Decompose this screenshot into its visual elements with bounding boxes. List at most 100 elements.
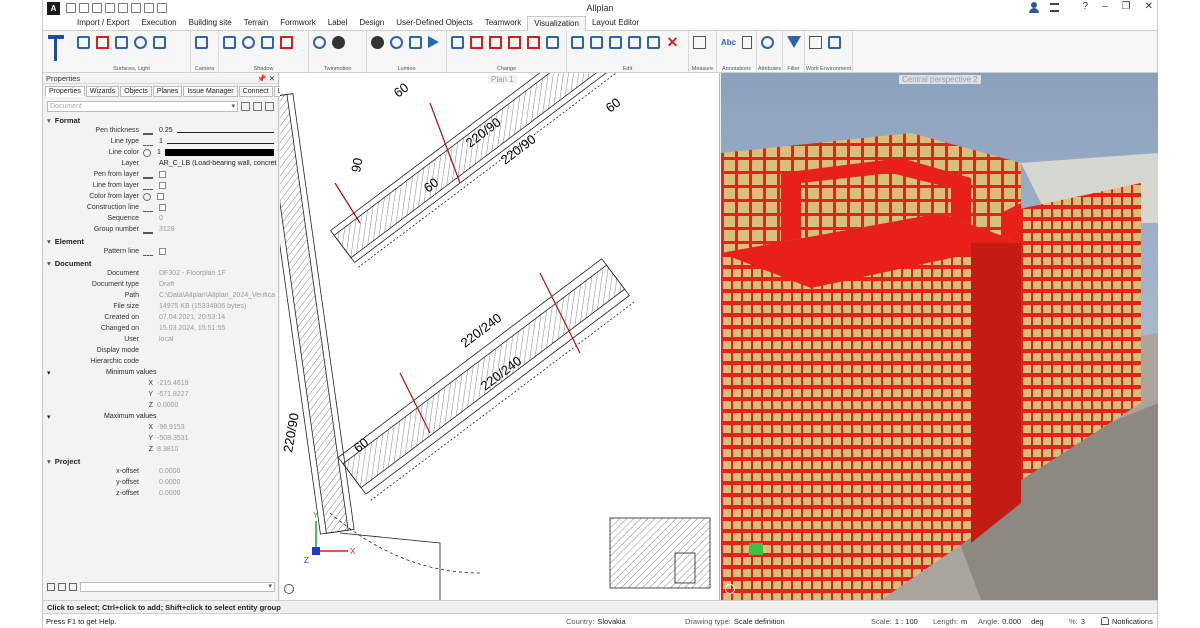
- navigation-icon[interactable]: [725, 584, 735, 594]
- favorites-icon[interactable]: [69, 582, 77, 591]
- modify-icon[interactable]: [508, 36, 521, 49]
- lumion-icon[interactable]: [371, 36, 384, 49]
- row-layer[interactable]: Layer AR_C_LB (Load-bearing wall, concre…: [43, 158, 278, 169]
- video-icon[interactable]: [409, 36, 422, 49]
- new-icon[interactable]: [66, 3, 76, 13]
- construction-line-checkbox[interactable]: [159, 204, 166, 211]
- change-properties-icon[interactable]: [489, 36, 502, 49]
- row-minimum-values[interactable]: ▾ Minimum values: [43, 367, 278, 378]
- row-line-type[interactable]: Line type 1: [43, 136, 278, 147]
- color-from-layer-checkbox[interactable]: [157, 193, 164, 200]
- close-icon[interactable]: ✕: [1145, 1, 1153, 12]
- export-icon[interactable]: [451, 36, 464, 49]
- tab-planes[interactable]: Planes: [152, 86, 183, 97]
- row-construction-line[interactable]: Construction line: [43, 202, 278, 213]
- tab-teamwork[interactable]: Teamwork: [479, 16, 527, 31]
- menu-icon[interactable]: [1050, 3, 1059, 12]
- livesync-icon[interactable]: [390, 36, 403, 49]
- redo-icon[interactable]: [144, 3, 154, 13]
- section-project[interactable]: ▾ Project: [43, 455, 278, 466]
- light-settings-icon[interactable]: [153, 36, 166, 49]
- status-percent[interactable]: %: 3: [1069, 617, 1085, 626]
- delete-icon[interactable]: ✕: [666, 35, 679, 49]
- pick-icon[interactable]: [47, 582, 55, 591]
- tab-issue-manager[interactable]: Issue Manager: [183, 86, 238, 97]
- folder-icon[interactable]: [58, 582, 66, 591]
- stretch-icon[interactable]: [546, 36, 559, 49]
- status-drawing-type[interactable]: Drawing type: Scale definition: [685, 617, 785, 626]
- document-dropdown[interactable]: Document: [47, 101, 238, 112]
- select-icon[interactable]: [265, 102, 274, 111]
- save-icon[interactable]: [92, 3, 102, 13]
- shadow-settings-icon[interactable]: [261, 36, 274, 49]
- open-icon[interactable]: [79, 3, 89, 13]
- twinmotion-sync-icon[interactable]: [313, 36, 326, 49]
- pin-close-icon[interactable]: 📌 ✕: [257, 74, 275, 83]
- tab-execution[interactable]: Execution: [135, 16, 182, 31]
- surface-assign-icon[interactable]: [96, 36, 109, 49]
- tab-terrain[interactable]: Terrain: [238, 16, 274, 31]
- undo-icon[interactable]: [131, 3, 141, 13]
- measure-icon[interactable]: [693, 36, 706, 49]
- tab-connect[interactable]: Connect: [238, 86, 273, 97]
- paste-icon[interactable]: [118, 3, 128, 13]
- pen-from-layer-checkbox[interactable]: [159, 171, 166, 178]
- section-element[interactable]: ▾ Element: [43, 235, 278, 246]
- tab-building-site[interactable]: Building site: [183, 16, 238, 31]
- copy-icon[interactable]: [105, 3, 115, 13]
- section-format[interactable]: ▾ Format: [43, 114, 278, 125]
- plan-viewport[interactable]: 60 220/90 220/90 60 60 220/240 220/240 2…: [280, 73, 720, 600]
- row-line-from-layer[interactable]: Line from layer: [43, 180, 278, 191]
- status-angle[interactable]: Angle: 0.000 deg: [978, 617, 1044, 626]
- line-from-layer-checkbox[interactable]: [159, 182, 166, 189]
- row-sequence[interactable]: Sequence 0: [43, 213, 278, 224]
- annotation-icon[interactable]: [742, 36, 752, 49]
- status-length[interactable]: Length: m: [933, 617, 967, 626]
- modify-format-icon[interactable]: [470, 36, 483, 49]
- maximize-icon[interactable]: ❐: [1122, 1, 1131, 12]
- allplan-logo-icon[interactable]: A: [47, 1, 60, 15]
- row-pen-from-layer[interactable]: Pen from layer: [43, 169, 278, 180]
- pattern-line-checkbox[interactable]: [159, 248, 166, 255]
- tab-design[interactable]: Design: [353, 16, 390, 31]
- sun-icon[interactable]: [242, 36, 255, 49]
- section-document[interactable]: ▾ Document: [43, 257, 278, 268]
- copy-edit-icon[interactable]: [571, 36, 584, 49]
- navigation-icon[interactable]: [284, 584, 294, 594]
- minimize-icon[interactable]: –: [1102, 1, 1108, 12]
- camera-icon[interactable]: [195, 36, 208, 49]
- tab-user-defined-objects[interactable]: User-Defined Objects: [390, 16, 478, 31]
- help-icon[interactable]: ?: [1083, 1, 1089, 12]
- tab-properties[interactable]: Properties: [45, 86, 85, 97]
- surface-icon[interactable]: [77, 36, 90, 49]
- tab-wizards[interactable]: Wizards: [85, 86, 120, 97]
- twinmotion-icon[interactable]: [332, 36, 345, 49]
- row-pen-thickness[interactable]: Pen thickness 0.25: [43, 125, 278, 136]
- tab-import-export[interactable]: Import / Export: [71, 16, 135, 31]
- light-icon[interactable]: [134, 36, 147, 49]
- coordinate-icon[interactable]: [809, 36, 822, 49]
- play-icon[interactable]: [428, 36, 439, 48]
- shadow-grid-icon[interactable]: [280, 36, 293, 49]
- sort-icon[interactable]: [241, 102, 250, 111]
- row-maximum-values[interactable]: ▾ Maximum values: [43, 411, 278, 422]
- row-color-from-layer[interactable]: Color from layer: [43, 191, 278, 202]
- crane-tool-icon[interactable]: [47, 33, 65, 63]
- favorites-dropdown[interactable]: [80, 581, 275, 592]
- tools-icon[interactable]: [157, 3, 167, 13]
- change-line-icon[interactable]: [527, 36, 540, 49]
- status-scale[interactable]: Scale: 1 : 100: [871, 617, 918, 626]
- mirror-icon[interactable]: [628, 36, 641, 49]
- row-pattern-line[interactable]: Pattern line: [43, 246, 278, 257]
- user-icon[interactable]: [1029, 2, 1039, 13]
- notifications-button[interactable]: Notifications: [1101, 617, 1153, 626]
- filter-small-icon[interactable]: [253, 102, 262, 111]
- shadow-icon[interactable]: [223, 36, 236, 49]
- tab-layout-editor[interactable]: Layout Editor: [586, 16, 645, 31]
- work-environment-icon[interactable]: [828, 36, 841, 49]
- texture-icon[interactable]: [115, 36, 128, 49]
- filter-icon[interactable]: [787, 36, 801, 48]
- rotate-icon[interactable]: [609, 36, 622, 49]
- row-line-color[interactable]: Line color 1: [43, 147, 278, 158]
- perspective-viewport[interactable]: Central perspective 2: [721, 73, 1158, 600]
